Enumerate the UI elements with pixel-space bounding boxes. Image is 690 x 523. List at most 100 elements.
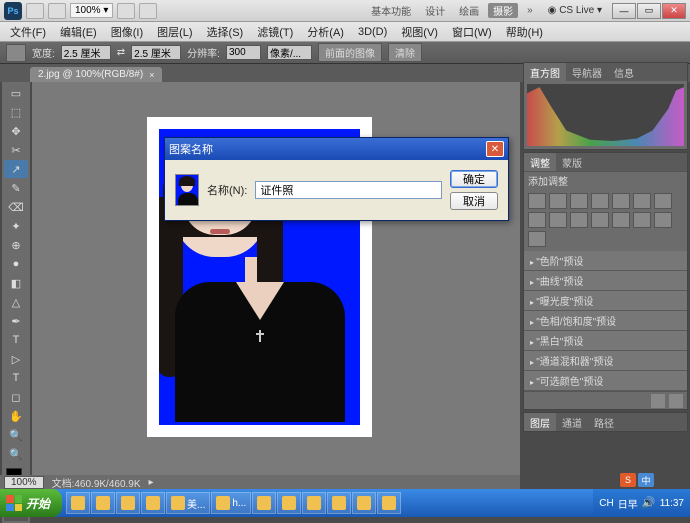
task-item[interactable] [352, 492, 376, 514]
dialog-close-button[interactable]: ✕ [486, 141, 504, 157]
menu-window[interactable]: 窗口(W) [446, 22, 498, 42]
selective-color-icon[interactable] [528, 231, 546, 247]
lasso-tool[interactable]: ✥ [4, 122, 28, 140]
arrange-icon[interactable] [117, 3, 135, 19]
cslive-menu[interactable]: ◉ CS Live ▾ [542, 5, 608, 16]
workspace-design[interactable]: 设计 [420, 3, 450, 18]
preset-curves[interactable]: "曲线"预设 [524, 271, 687, 291]
brush-tool[interactable]: ✦ [4, 217, 28, 235]
clear-button[interactable]: 清除 [388, 43, 422, 62]
task-item[interactable] [116, 492, 140, 514]
marquee-tool[interactable]: ⬚ [4, 103, 28, 121]
pen-tool[interactable]: ▷ [4, 350, 28, 368]
close-button[interactable]: ✕ [662, 3, 686, 19]
width-input[interactable] [61, 45, 111, 60]
task-item[interactable] [141, 492, 165, 514]
task-item[interactable] [327, 492, 351, 514]
front-image-button[interactable]: 前面的图像 [318, 43, 382, 62]
workspace-more[interactable]: » [522, 5, 538, 16]
task-item[interactable] [91, 492, 115, 514]
dodge-tool[interactable]: T [4, 331, 28, 349]
tab-navigator[interactable]: 导航器 [566, 63, 608, 81]
shape-tool[interactable]: ✋ [4, 407, 28, 425]
tab-masks[interactable]: 蒙版 [556, 153, 588, 171]
adj-footer-icon-2[interactable] [669, 394, 683, 408]
gradient-tool[interactable]: △ [4, 293, 28, 311]
bw-icon[interactable] [528, 212, 546, 228]
task-item[interactable] [277, 492, 301, 514]
gradient-map-icon[interactable] [654, 212, 672, 228]
healing-tool[interactable]: ⌫ [4, 198, 28, 216]
crop-tool[interactable]: ↗ [4, 160, 28, 178]
history-brush-tool[interactable]: ● [4, 255, 28, 273]
tab-info[interactable]: 信息 [608, 63, 640, 81]
resolution-input[interactable] [226, 45, 261, 60]
photo-filter-icon[interactable] [549, 212, 567, 228]
preset-exposure[interactable]: "曝光度"预设 [524, 291, 687, 311]
menu-3d[interactable]: 3D(D) [352, 24, 393, 40]
ok-button[interactable]: 确定 [450, 170, 498, 188]
status-zoom[interactable]: 100% [4, 476, 44, 489]
tab-histogram[interactable]: 直方图 [524, 63, 566, 81]
path-tool[interactable]: ◻ [4, 388, 28, 406]
color-balance-icon[interactable] [654, 193, 672, 209]
task-item[interactable]: h... [211, 492, 251, 514]
preset-levels[interactable]: "色阶"预设 [524, 251, 687, 271]
invert-icon[interactable] [591, 212, 609, 228]
menu-layer[interactable]: 图层(L) [151, 22, 198, 42]
menu-analysis[interactable]: 分析(A) [301, 22, 350, 42]
start-button[interactable]: 开始 [0, 489, 62, 517]
type-tool[interactable]: T [4, 369, 28, 387]
workspace-essentials[interactable]: 基本功能 [366, 3, 416, 18]
menu-select[interactable]: 选择(S) [201, 22, 250, 42]
curves-icon[interactable] [570, 193, 588, 209]
preset-channel[interactable]: "通道混和器"预设 [524, 351, 687, 371]
clock[interactable]: 11:37 [660, 498, 684, 509]
screen-mode-icon[interactable] [139, 3, 157, 19]
minibridge-icon[interactable] [48, 3, 66, 19]
stamp-tool[interactable]: ⊕ [4, 236, 28, 254]
task-item[interactable] [66, 492, 90, 514]
menu-help[interactable]: 帮助(H) [500, 22, 549, 42]
move-tool[interactable]: ▭ [4, 84, 28, 102]
bridge-icon[interactable] [26, 3, 44, 19]
eyedropper-tool[interactable]: ✎ [4, 179, 28, 197]
menu-view[interactable]: 视图(V) [395, 22, 444, 42]
adj-footer-icon-1[interactable] [651, 394, 665, 408]
tray-text[interactable]: 日早 [618, 496, 638, 511]
document-tab[interactable]: 2.jpg @ 100%(RGB/8#) × [30, 67, 162, 82]
task-item[interactable] [302, 492, 326, 514]
exposure-icon[interactable] [591, 193, 609, 209]
channel-mixer-icon[interactable] [570, 212, 588, 228]
quick-select-tool[interactable]: ✂ [4, 141, 28, 159]
menu-edit[interactable]: 编辑(E) [54, 22, 103, 42]
menu-file[interactable]: 文件(F) [4, 22, 52, 42]
tab-channels[interactable]: 通道 [556, 413, 588, 431]
name-input[interactable] [255, 181, 442, 199]
language-indicator[interactable]: CH [599, 498, 613, 509]
sogou-icon[interactable]: S [620, 473, 636, 487]
workspace-painting[interactable]: 绘画 [454, 3, 484, 18]
vibrance-icon[interactable] [612, 193, 630, 209]
preset-selective[interactable]: "可选颜色"预设 [524, 371, 687, 391]
cancel-button[interactable]: 取消 [450, 192, 498, 210]
task-item[interactable]: 美... [166, 492, 210, 514]
brightness-icon[interactable] [528, 193, 546, 209]
status-arrow-icon[interactable]: ▸ [149, 477, 154, 488]
threshold-icon[interactable] [633, 212, 651, 228]
tab-layers[interactable]: 图层 [524, 413, 556, 431]
swap-icon[interactable]: ⇄ [117, 47, 125, 58]
crop-tool-icon[interactable] [6, 44, 26, 62]
ime-icon[interactable]: 中 [638, 473, 654, 487]
tab-paths[interactable]: 路径 [588, 413, 620, 431]
hand-tool[interactable]: 🔍 [4, 426, 28, 444]
maximize-button[interactable]: ▭ [637, 3, 661, 19]
posterize-icon[interactable] [612, 212, 630, 228]
zoom-tool[interactable]: 🔍 [4, 445, 28, 463]
document-close-icon[interactable]: × [149, 70, 154, 80]
tab-adjustments[interactable]: 调整 [524, 153, 556, 171]
menu-image[interactable]: 图像(I) [105, 22, 149, 42]
blur-tool[interactable]: ✒ [4, 312, 28, 330]
height-input[interactable] [131, 45, 181, 60]
hue-icon[interactable] [633, 193, 651, 209]
